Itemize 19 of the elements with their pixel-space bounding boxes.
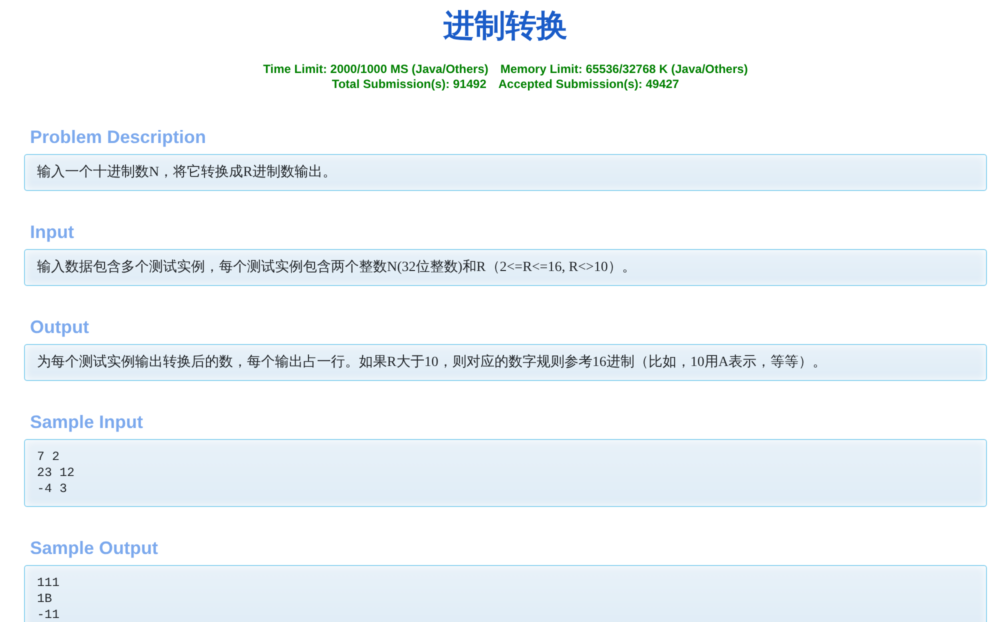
- sample-line: 23 12: [37, 465, 76, 481]
- sample-line: 1B: [37, 591, 54, 607]
- section-heading: Output: [30, 316, 90, 338]
- description-text: 输入数据包含多个测试实例，每个测试实例包含两个整数N(32位整数)和R（2<=R<=16, R<>10）。: [37, 259, 637, 276]
- sample-line: 7 2: [37, 449, 61, 465]
- sample-line: -11: [37, 607, 61, 622]
- sample-line: -4 3: [37, 481, 68, 497]
- submission-count: Total Submission(s): 91492: [332, 77, 486, 91]
- sample-line: 111: [37, 575, 61, 591]
- section-heading: Input: [30, 221, 75, 243]
- limit-info: Memory Limit: 65536/32768 K (Java/Others): [500, 62, 748, 76]
- section-heading: Problem Description: [30, 126, 208, 148]
- description-text: 为每个测试实例输出转换后的数，每个输出占一行。如果R大于10，则对应的数字规则参考16进制（比如，10用A表示，等等）。: [37, 354, 828, 371]
- section-heading: Sample Input: [30, 411, 144, 433]
- problem-title: 进制转换: [442, 7, 568, 46]
- section-heading: Sample Output: [30, 537, 160, 559]
- submission-count: Accepted Submission(s): 49427: [498, 77, 680, 91]
- description-text: 输入一个十进制数N，将它转换成R进制数输出。: [37, 164, 338, 181]
- limit-info: Time Limit: 2000/1000 MS (Java/Others): [263, 62, 488, 76]
